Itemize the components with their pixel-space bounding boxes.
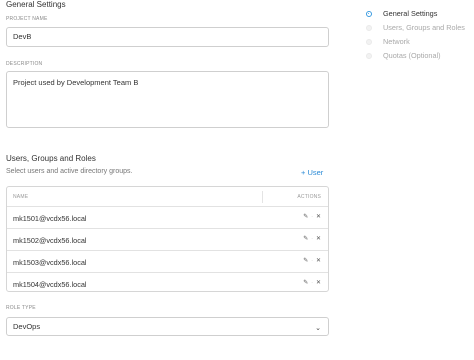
general-settings-title: General Settings (6, 0, 66, 9)
description-value: Project used by Development Team B (13, 78, 139, 87)
project-name-field[interactable]: DevB (6, 27, 329, 47)
step-indicator-icon (366, 25, 372, 31)
role-type-label: ROLE TYPE (6, 305, 36, 311)
table-row: mk1501@vcdx56.local ✎ · ✕ (7, 207, 328, 229)
wizard-step-users-groups-roles[interactable]: Users, Groups and Roles (366, 22, 474, 34)
table-row: mk1503@vcdx56.local ✎ · ✕ (7, 251, 328, 273)
close-icon[interactable]: ✕ (316, 279, 321, 287)
action-separator: · (311, 258, 313, 264)
pencil-icon[interactable]: ✎ (303, 279, 308, 287)
name-column-header: NAME (13, 194, 29, 200)
wizard-step-label: Users, Groups and Roles (383, 23, 465, 32)
pencil-icon[interactable]: ✎ (303, 235, 308, 243)
wizard-step-label: Network (383, 37, 410, 46)
step-indicator-icon (366, 11, 372, 17)
users-hint: Select users and active directory groups… (6, 168, 133, 175)
table-header: NAME ACTIONS (7, 187, 328, 207)
wizard-step-label: General Settings (383, 9, 438, 18)
project-name-value: DevB (13, 32, 32, 41)
action-separator: · (311, 280, 313, 286)
project-name-label: PROJECT NAME (6, 16, 48, 22)
row-actions: ✎ · ✕ (303, 235, 321, 243)
row-actions: ✎ · ✕ (303, 213, 321, 221)
wizard-step-network[interactable]: Network (366, 36, 474, 48)
pencil-icon[interactable]: ✎ (303, 257, 308, 265)
actions-column-header: ACTIONS (297, 194, 321, 200)
description-label: DESCRIPTION (6, 61, 43, 67)
user-name: mk1504@vcdx56.local (13, 280, 87, 289)
user-name: mk1502@vcdx56.local (13, 236, 87, 245)
table-row: mk1504@vcdx56.local ✎ · ✕ (7, 273, 328, 291)
users-table: NAME ACTIONS mk1501@vcdx56.local ✎ · ✕ m… (6, 186, 329, 292)
row-actions: ✎ · ✕ (303, 279, 321, 287)
user-name: mk1501@vcdx56.local (13, 214, 87, 223)
close-icon[interactable]: ✕ (316, 235, 321, 243)
role-type-select[interactable]: DevOps ⌄ (6, 317, 329, 336)
step-indicator-icon (366, 39, 372, 45)
chevron-down-icon: ⌄ (315, 325, 321, 332)
wizard-step-label: Quotas (Optional) (383, 51, 441, 60)
description-field[interactable]: Project used by Development Team B (6, 71, 329, 128)
wizard-step-quotas[interactable]: Quotas (Optional) (366, 50, 474, 62)
role-type-value: DevOps (13, 322, 41, 331)
close-icon[interactable]: ✕ (316, 257, 321, 265)
row-actions: ✎ · ✕ (303, 257, 321, 265)
action-separator: · (311, 236, 313, 242)
table-row: mk1502@vcdx56.local ✎ · ✕ (7, 229, 328, 251)
user-name: mk1503@vcdx56.local (13, 258, 87, 267)
users-section-title: Users, Groups and Roles (6, 154, 96, 163)
action-separator: · (311, 214, 313, 220)
pencil-icon[interactable]: ✎ (303, 213, 308, 221)
close-icon[interactable]: ✕ (316, 213, 321, 221)
header-divider (262, 191, 263, 203)
step-indicator-icon (366, 53, 372, 59)
wizard-step-general-settings[interactable]: General Settings (366, 8, 474, 20)
add-user-button[interactable]: + User (301, 168, 323, 177)
